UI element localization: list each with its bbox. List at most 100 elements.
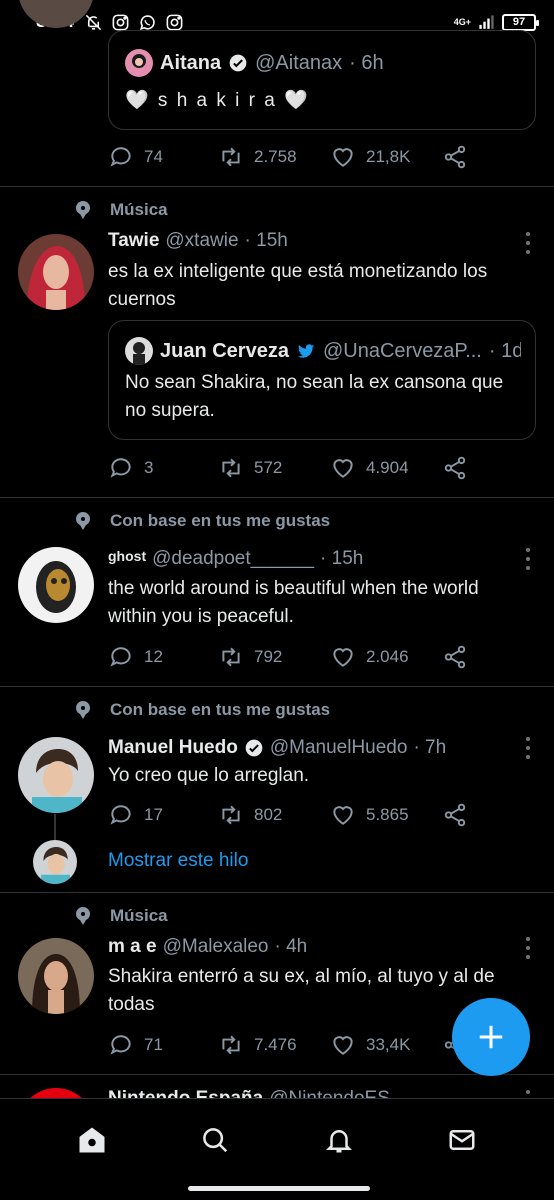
share-button[interactable]	[442, 644, 468, 670]
tweet-actions: 12 792 2.046	[108, 644, 468, 670]
like-count: 4.904	[366, 458, 409, 477]
twitter-bird-icon	[296, 341, 316, 361]
avatar[interactable]	[18, 737, 94, 813]
share-button[interactable]	[442, 144, 468, 170]
bottom-navigation	[0, 1098, 554, 1180]
tweet-context: Con base en tus me gustas	[74, 700, 330, 720]
author-name[interactable]: Nintendo España	[108, 1088, 263, 1098]
retweet-button[interactable]: 802	[218, 802, 330, 828]
search-icon	[203, 1127, 228, 1152]
retweet-button[interactable]: 792	[218, 644, 330, 670]
like-button[interactable]: 2.046	[330, 644, 442, 670]
author-name[interactable]: m a e	[108, 936, 157, 958]
reply-icon	[110, 805, 131, 825]
reply-button[interactable]: 17	[108, 802, 218, 828]
reply-count: 3	[144, 458, 154, 477]
avatar[interactable]	[18, 234, 94, 310]
tweet-actions: 3 572 4.904	[108, 455, 468, 481]
retweet-count: 792	[254, 647, 283, 666]
reply-count: 12	[144, 647, 163, 666]
tweet-header: Nintendo España @NintendoES	[108, 1088, 504, 1098]
more-options-icon[interactable]	[524, 737, 532, 759]
more-options-icon[interactable]	[524, 1090, 532, 1098]
like-button[interactable]: 33,4K	[330, 1032, 442, 1058]
tweet-text: Yo creo que lo arreglan.	[108, 765, 310, 786]
more-options-icon[interactable]	[524, 937, 532, 959]
topic-icon	[76, 201, 90, 219]
like-button[interactable]: 4.904	[330, 455, 442, 481]
like-count: 21,8K	[366, 147, 411, 166]
retweet-icon	[222, 805, 240, 825]
author-handle: @Aitanax	[255, 51, 343, 74]
retweet-count: 572	[254, 458, 283, 477]
tweet-context: Con base en tus me gustas	[74, 511, 330, 531]
tab-messages[interactable]	[445, 1123, 479, 1157]
avatar	[125, 337, 153, 365]
reply-button[interactable]: 3	[108, 455, 218, 481]
author-handle[interactable]: @Malexaleo	[163, 936, 269, 958]
tweet-header: ghost @deadpoet______ · 15h	[108, 548, 504, 570]
avatar[interactable]	[33, 840, 77, 884]
reply-count: 17	[144, 805, 163, 824]
plus-icon	[479, 1025, 503, 1049]
like-button[interactable]: 21,8K	[330, 144, 442, 170]
context-label: Con base en tus me gustas	[110, 700, 331, 719]
share-button[interactable]	[442, 455, 468, 481]
divider	[0, 186, 554, 187]
divider	[0, 497, 554, 498]
thread-line	[54, 814, 56, 840]
retweet-icon	[222, 458, 240, 478]
author-handle[interactable]: @deadpoet______	[152, 548, 314, 570]
quoted-tweet[interactable]: Juan Cerveza @UnaCervezaP... · 1d No sea…	[108, 320, 536, 440]
author-name[interactable]: ghost	[108, 548, 146, 564]
notifications-icon	[325, 1129, 352, 1152]
avatar[interactable]	[18, 0, 94, 28]
retweet-button[interactable]: 572	[218, 455, 330, 481]
author-handle[interactable]: @ManuelHuedo	[270, 737, 408, 759]
verified-icon	[228, 53, 248, 73]
more-options-icon[interactable]	[524, 232, 532, 254]
divider	[0, 892, 554, 893]
tweet-time: · 15h	[320, 548, 364, 569]
retweet-button[interactable]: 7.476	[218, 1032, 330, 1058]
author-name[interactable]: Manuel Huedo	[108, 737, 238, 759]
like-count: 5.865	[366, 805, 409, 824]
author-handle[interactable]: @xtawie	[165, 230, 238, 252]
timeline[interactable]: Aitana @Aitanax · 6h 🤍 s h a k i r a 🤍 7…	[0, 0, 554, 1098]
tab-notifications[interactable]	[322, 1123, 356, 1157]
tweet-header: Manuel Huedo @ManuelHuedo · 7h	[108, 737, 504, 759]
reply-button[interactable]: 71	[108, 1032, 218, 1058]
reply-button[interactable]: 74	[108, 144, 218, 170]
like-button[interactable]: 5.865	[330, 802, 442, 828]
context-label: Música	[110, 906, 168, 925]
share-button[interactable]	[442, 802, 468, 828]
avatar[interactable]	[18, 1088, 94, 1098]
retweet-count: 2.758	[254, 147, 297, 166]
retweet-count: 802	[254, 805, 283, 824]
tweet-text: es la ex inteligente que está monetizand…	[108, 261, 488, 310]
author-name[interactable]: Tawie	[108, 230, 159, 252]
show-thread-link[interactable]: Mostrar este hilo	[108, 850, 248, 872]
topic-icon	[76, 512, 90, 530]
author-name: Aitana	[160, 51, 222, 74]
heart-icon	[333, 806, 353, 825]
avatar[interactable]	[18, 938, 94, 1014]
tab-search[interactable]	[198, 1123, 232, 1157]
quoted-tweet[interactable]: Aitana @Aitanax · 6h 🤍 s h a k i r a 🤍	[108, 30, 536, 130]
heart-icon	[333, 148, 353, 167]
tab-home[interactable]	[75, 1123, 109, 1157]
heart-icon	[333, 648, 353, 667]
reply-icon	[110, 458, 131, 478]
avatar[interactable]	[18, 547, 94, 623]
tweet-time: · 6h	[349, 51, 384, 74]
tweet-time: · 1d	[488, 339, 521, 362]
retweet-button[interactable]: 2.758	[218, 144, 330, 170]
author-handle[interactable]: @NintendoES	[269, 1088, 390, 1098]
author-handle: @UnaCervezaP...	[322, 339, 482, 362]
retweet-icon	[222, 1035, 240, 1055]
more-options-icon[interactable]	[524, 548, 532, 570]
reply-button[interactable]: 12	[108, 644, 218, 670]
reply-count: 74	[144, 147, 163, 166]
gesture-bar[interactable]	[188, 1186, 370, 1191]
compose-tweet-button[interactable]	[452, 998, 530, 1076]
